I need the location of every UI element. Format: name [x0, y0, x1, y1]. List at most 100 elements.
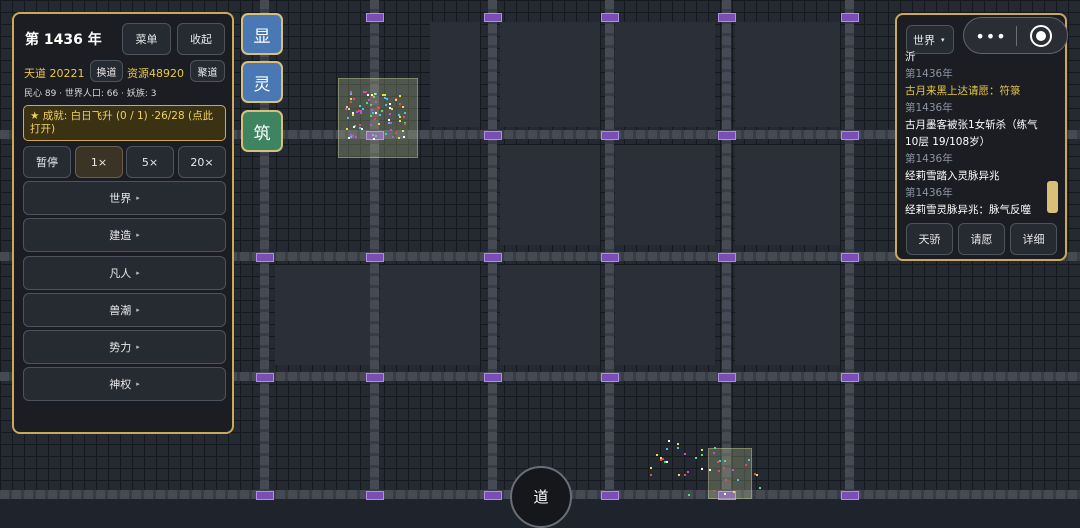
speck: [394, 98, 397, 101]
speck: [369, 104, 372, 107]
speed-1x-button[interactable]: 1×: [75, 146, 123, 178]
gate-marker: [841, 491, 859, 500]
nav-divine-power[interactable]: 神权 ▸: [23, 367, 226, 401]
city-block: [735, 145, 840, 245]
gate-marker: [256, 373, 274, 382]
gate-marker: [484, 131, 502, 140]
speck: [708, 469, 711, 472]
speck: [366, 93, 369, 96]
log-entry-year: 第1436年: [905, 68, 953, 80]
capsule-divider: [1016, 26, 1017, 46]
speck: [346, 116, 349, 119]
chevron-down-icon: ▾: [941, 35, 945, 44]
speck: [374, 93, 377, 96]
petition-button[interactable]: 请愿: [958, 223, 1005, 255]
speck: [650, 474, 653, 477]
huandao-button[interactable]: 换道: [90, 60, 123, 82]
speck: [358, 126, 361, 129]
speck: [358, 109, 361, 112]
speck: [676, 446, 679, 449]
speck: [349, 93, 352, 96]
speck: [374, 118, 377, 121]
menu-button[interactable]: 菜单: [122, 23, 171, 55]
speck: [684, 473, 687, 476]
gate-marker: [841, 253, 859, 262]
road: [370, 0, 379, 497]
nav-mortals[interactable]: 凡人 ▸: [23, 256, 226, 290]
speck: [389, 103, 392, 106]
city-block: [380, 265, 480, 365]
speck: [374, 101, 377, 104]
gate-marker: [718, 253, 736, 262]
speck: [385, 104, 388, 107]
speck: [688, 493, 691, 496]
nav-build[interactable]: 建造 ▸: [23, 218, 226, 252]
achievement-banner[interactable]: ★ 成就: 白日飞升 (0 / 1) ·26/28 (点此打开): [23, 105, 226, 141]
collapse-button[interactable]: 收起: [177, 23, 225, 55]
gate-marker: [841, 373, 859, 382]
dao-button[interactable]: 道: [510, 466, 572, 528]
road: [845, 0, 854, 497]
more-icon[interactable]: •••: [975, 26, 1006, 46]
year-display: 第 1436 年: [25, 32, 102, 48]
speck: [353, 98, 356, 101]
speck: [723, 492, 726, 495]
toggle-build-button[interactable]: 筑: [241, 110, 283, 152]
nav-world[interactable]: 世界 ▸: [23, 181, 226, 215]
log-scrollbar[interactable]: [1046, 59, 1058, 219]
city-block: [735, 265, 840, 365]
speck: [676, 442, 679, 445]
resource-label: 资源: [127, 67, 149, 80]
toggle-spirit-button[interactable]: 灵: [241, 61, 283, 103]
gate-marker: [366, 253, 384, 262]
speed-pause-button[interactable]: 暂停: [23, 146, 71, 178]
speck: [402, 115, 405, 118]
speck: [724, 478, 727, 481]
speck: [650, 466, 652, 469]
speck: [364, 91, 367, 94]
speck: [712, 490, 715, 493]
chevron-right-icon: ▸: [136, 231, 140, 239]
toggle-display-button[interactable]: 显: [241, 13, 283, 55]
gate-marker: [366, 491, 384, 500]
chevron-right-icon: ▸: [136, 306, 140, 314]
prodigy-button[interactable]: 天骄: [906, 223, 953, 255]
speck: [732, 490, 735, 493]
speck: [665, 448, 668, 451]
control-panel: 第 1436 年 菜单 收起 天道 20221 换道 资源48920 聚道 民心…: [12, 12, 234, 434]
speck: [404, 122, 407, 125]
speck: [389, 112, 392, 115]
speck: [656, 454, 659, 457]
speck: [754, 472, 757, 475]
speck: [401, 130, 404, 133]
speck: [398, 137, 401, 140]
speck: [378, 114, 381, 117]
speck: [736, 478, 739, 481]
speck: [394, 132, 397, 135]
event-log[interactable]: 沂第1436年 古月来黑上达请愿：符箓 第1436年 古月墨客被张1女斩杀（练气10层…: [905, 49, 1041, 214]
world-select-value: 世界: [913, 33, 935, 47]
jidao-button[interactable]: 聚道: [190, 60, 225, 82]
speck: [402, 106, 405, 109]
nav-factions[interactable]: 势力 ▸: [23, 330, 226, 364]
speck: [683, 453, 686, 456]
speck: [370, 134, 373, 137]
road: [722, 0, 731, 497]
log-scrollbar-thumb[interactable]: [1047, 180, 1058, 213]
city-block: [615, 145, 715, 245]
speck: [372, 111, 375, 114]
gate-marker: [366, 373, 384, 382]
speck: [712, 451, 715, 454]
speed-5x-button[interactable]: 5×: [126, 146, 174, 178]
close-target-icon[interactable]: [1030, 25, 1052, 47]
speck: [403, 136, 406, 139]
speck: [714, 447, 717, 450]
details-button[interactable]: 详细: [1010, 223, 1057, 255]
speck: [352, 126, 355, 129]
gate-marker: [718, 373, 736, 382]
nav-beast-tide[interactable]: 兽潮 ▸: [23, 293, 226, 327]
speed-20x-button[interactable]: 20×: [178, 146, 226, 178]
speck: [373, 96, 376, 99]
speck: [365, 101, 368, 104]
speck: [665, 460, 668, 463]
